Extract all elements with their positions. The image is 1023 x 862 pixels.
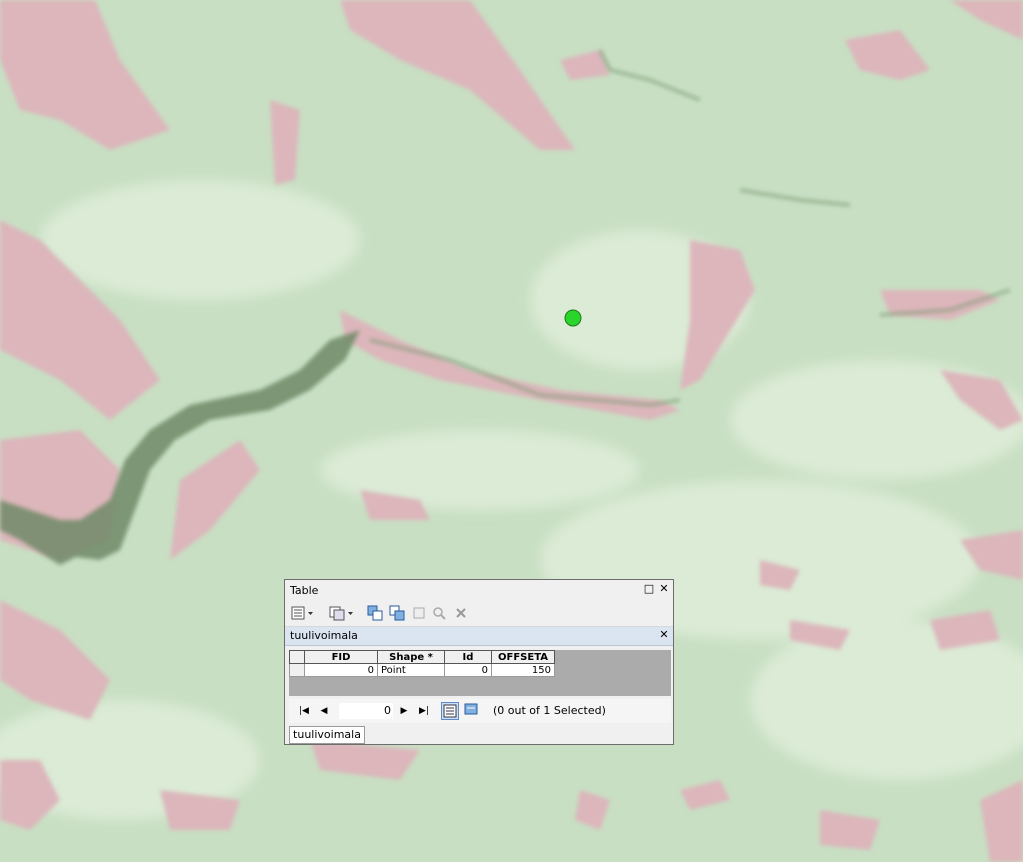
layer-table-header: tuulivoimala ✕ xyxy=(285,627,673,646)
row-selector[interactable] xyxy=(289,663,305,677)
column-header-id[interactable]: Id xyxy=(444,650,492,664)
cell-fid[interactable]: 0 xyxy=(304,663,378,677)
cell-shape[interactable]: Point xyxy=(377,663,445,677)
next-record-icon[interactable]: ▶ xyxy=(397,704,411,718)
table-options-icon[interactable] xyxy=(291,605,313,621)
record-number-input[interactable]: 0 xyxy=(339,703,393,719)
switch-selection-icon[interactable] xyxy=(389,605,405,621)
previous-record-icon[interactable]: ◀ xyxy=(317,704,331,718)
delete-selected-icon[interactable] xyxy=(453,605,469,621)
first-record-icon[interactable]: |◀ xyxy=(297,704,311,718)
column-header-shape[interactable]: Shape * xyxy=(377,650,445,664)
wind-turbine-point[interactable] xyxy=(564,309,582,327)
show-all-records-icon[interactable] xyxy=(441,702,459,720)
selection-status: (0 out of 1 Selected) xyxy=(493,704,606,717)
close-icon[interactable]: ✕ xyxy=(658,583,670,595)
cell-offseta[interactable]: 150 xyxy=(491,663,555,677)
last-record-icon[interactable]: ▶| xyxy=(417,704,431,718)
zoom-to-selected-icon[interactable] xyxy=(431,605,447,621)
tab-tuulivoimala[interactable]: tuulivoimala xyxy=(289,726,365,744)
column-header-offseta[interactable]: OFFSETA xyxy=(491,650,555,664)
window-titlebar[interactable]: Table □ ✕ xyxy=(285,580,673,600)
record-navigator: |◀ ◀ 0 ▶ ▶| (0 out of 1 Selected) xyxy=(289,699,671,723)
attribute-grid: FID Shape * Id OFFSETA 0 Point 0 150 xyxy=(289,650,671,696)
show-selected-records-icon[interactable] xyxy=(463,702,481,720)
attribute-table-window[interactable]: Table □ ✕ tuulivoimala ✕ FID Shape * Id … xyxy=(284,579,674,745)
row-selector-header[interactable] xyxy=(289,650,305,664)
layer-name: tuulivoimala xyxy=(290,629,358,642)
select-by-attributes-icon[interactable] xyxy=(367,605,383,621)
table-toolbar xyxy=(285,600,673,627)
layer-close-icon[interactable]: ✕ xyxy=(658,629,670,641)
clear-selection-icon[interactable] xyxy=(411,605,427,621)
table-row[interactable]: 0 Point 0 150 xyxy=(289,663,555,677)
window-title: Table xyxy=(290,584,319,597)
restore-icon[interactable]: □ xyxy=(643,583,655,595)
related-tables-icon[interactable] xyxy=(329,605,353,621)
attribute-table: FID Shape * Id OFFSETA 0 Point 0 150 xyxy=(289,650,555,677)
column-header-fid[interactable]: FID xyxy=(304,650,378,664)
cell-id[interactable]: 0 xyxy=(444,663,492,677)
